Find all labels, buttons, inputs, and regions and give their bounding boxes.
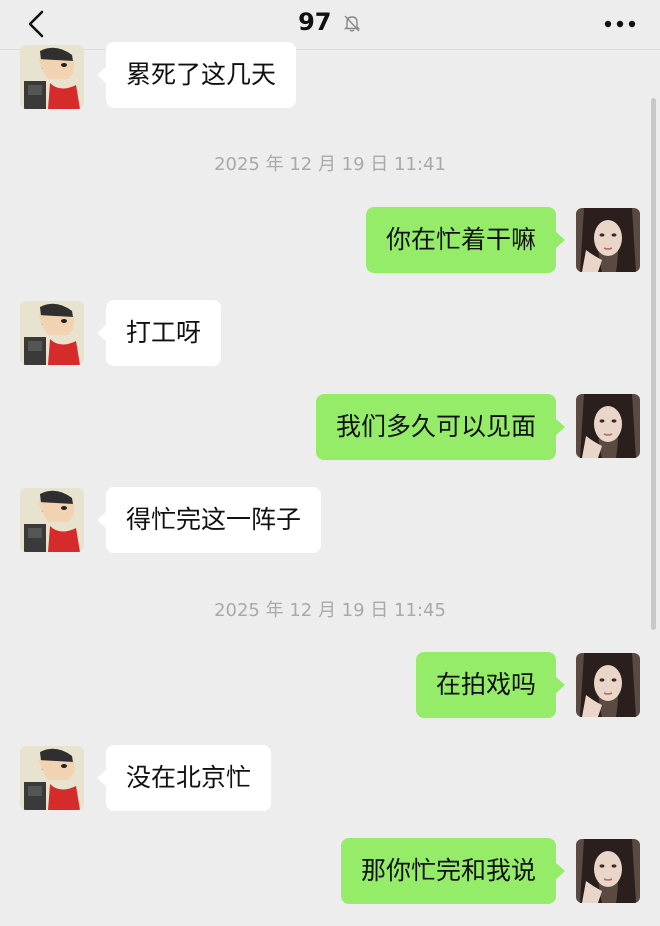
contact-avatar[interactable] (20, 746, 84, 810)
message-bubble-incoming[interactable]: 打工呀 (96, 300, 222, 366)
message-bubble-incoming[interactable]: 累死了这几天 (96, 42, 297, 108)
my-avatar[interactable] (576, 653, 640, 717)
my-avatar[interactable] (576, 839, 640, 903)
bell-off-icon (343, 15, 361, 32)
chat-title-wrap: 97 (0, 8, 660, 36)
message-bubble-outgoing[interactable]: 那你忙完和我说 (340, 838, 566, 904)
my-avatar[interactable] (576, 394, 640, 458)
chat-timestamp: 2025 年 12 月 19 日 11:41 (214, 154, 446, 175)
message-bubble-outgoing[interactable]: 在拍戏吗 (415, 652, 566, 718)
contact-avatar[interactable] (20, 488, 84, 552)
contact-avatar[interactable] (20, 301, 84, 365)
my-avatar[interactable] (576, 208, 640, 272)
message-bubble-incoming[interactable]: 没在北京忙 (96, 745, 272, 811)
contact-avatar[interactable] (20, 45, 84, 109)
more-dots-icon (604, 20, 636, 28)
chat-timestamp: 2025 年 12 月 19 日 11:45 (214, 600, 446, 621)
message-bubble-incoming[interactable]: 得忙完这一阵子 (96, 487, 322, 553)
message-bubble-outgoing[interactable]: 我们多久可以见面 (315, 394, 566, 460)
message-bubble-outgoing[interactable]: 你在忙着干嘛 (365, 207, 566, 273)
more-options-button[interactable] (600, 8, 640, 40)
chat-title: 97 (298, 8, 332, 36)
chat-header: 97 (0, 0, 660, 50)
chat-scrollbar[interactable] (651, 98, 656, 630)
